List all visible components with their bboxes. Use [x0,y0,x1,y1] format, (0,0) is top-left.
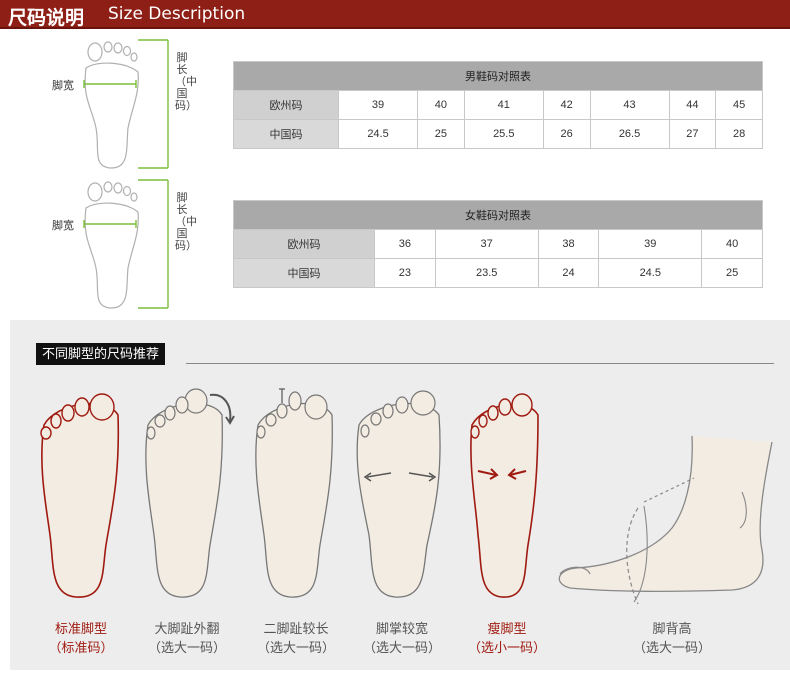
table-cell: 45 [715,90,763,120]
table-cell: 27 [668,119,717,149]
table-cell: 24.5 [598,258,703,288]
eu-size-header: 欧州码 [233,90,339,120]
foot-type-advice: （选小一码） [467,640,546,655]
section-header: 尺码说明 Size Description [0,0,790,29]
table-cell: 26 [542,119,591,149]
foot-width-label: 脚宽 [52,220,74,232]
foot-type-name: 瘦脚型 [487,621,527,636]
women-size-table: 女鞋码对照表 欧州码 36 37 38 39 40 中国码 23 23.5 24… [233,200,763,288]
table-cell: 24.5 [337,119,419,149]
foot-type-caption: 脚掌较宽 （选大一码） [347,619,457,657]
section-title-cn: 尺码说明 [8,8,85,29]
table-cell: 40 [417,90,465,120]
foot-width-label: 脚宽 [52,80,74,92]
foot-type-advice: （选大一码） [362,640,441,655]
recommendation-title-bar: 不同脚型的尺码推荐 [36,343,774,365]
eu-size-header: 欧州码 [233,229,375,259]
foot-type-caption: 脚背高 （选大一码） [617,619,727,657]
slim-foot-icon [470,393,539,598]
foot-type-advice: （标准码） [48,640,114,655]
cn-size-header: 中国码 [233,258,375,288]
foot-type-caption: 大脚趾外翻 （选大一码） [132,619,242,657]
table-cell: 41 [463,90,544,120]
table-cell: 26.5 [589,119,670,149]
table-cell: 24 [537,258,600,288]
long-second-toe-foot-icon [255,388,333,598]
men-size-table: 男鞋码对照表 欧州码 39 40 41 42 43 44 45 中国码 24.5… [233,61,763,149]
foot-type-advice: （选大一码） [632,640,711,655]
table-cell: 38 [537,229,600,259]
table-cell: 25 [701,258,763,288]
footprint-icon [83,179,169,309]
foot-type-name: 标准脚型 [54,621,107,636]
foot-type-caption: 瘦脚型 （选小一码） [452,619,562,657]
table-cell: 40 [701,229,763,259]
table-cell: 23 [374,258,436,288]
table-cell: 28 [715,119,763,149]
bunion-foot-icon [145,388,235,598]
foot-type-name: 脚背高 [652,621,692,636]
table-cell: 44 [668,90,717,120]
table-cell: 25.5 [463,119,544,149]
table-cell: 23.5 [434,258,539,288]
foot-length-label: 脚长（中国码） [175,52,197,112]
cn-size-header: 中国码 [233,119,339,149]
foot-type-caption: 标准脚型 （标准码） [26,619,136,657]
table-cell: 25 [417,119,465,149]
foot-type-name: 脚掌较宽 [375,621,428,636]
divider [186,363,774,364]
table-cell: 39 [598,229,703,259]
footprint-icon [83,39,169,169]
high-instep-foot-icon [558,435,773,605]
table-cell: 37 [434,229,539,259]
foot-type-name: 大脚趾外翻 [154,621,220,636]
foot-type-caption: 二脚趾较长 （选大一码） [241,619,351,657]
table-cell: 36 [374,229,436,259]
foot-type-advice: （选大一码） [147,640,226,655]
section-title-en: Size Description [108,4,246,24]
table-cell: 39 [337,90,419,120]
table-cell: 43 [589,90,670,120]
standard-foot-icon [40,393,120,598]
foot-type-name: 二脚趾较长 [263,621,329,636]
table-cell: 42 [542,90,591,120]
foot-type-advice: （选大一码） [256,640,335,655]
recommendation-title: 不同脚型的尺码推荐 [36,343,166,365]
men-table-title: 男鞋码对照表 [233,61,763,91]
foot-length-label: 脚长（中国码） [175,192,197,252]
wide-foot-icon [356,390,441,598]
women-table-title: 女鞋码对照表 [233,200,763,230]
